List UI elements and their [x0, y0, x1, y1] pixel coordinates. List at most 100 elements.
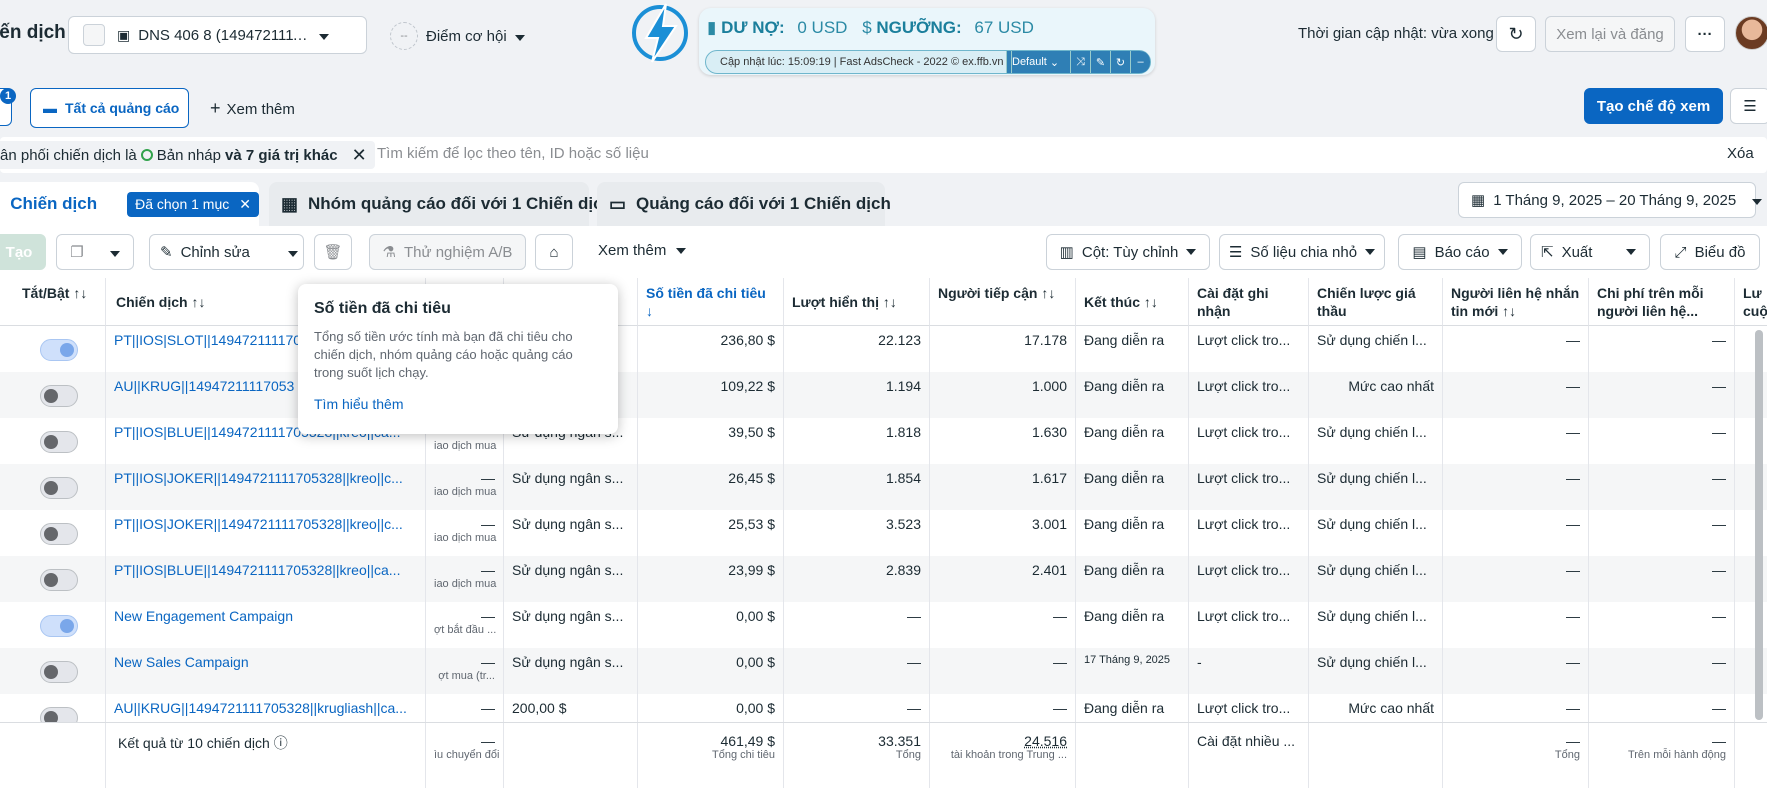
- close-icon[interactable]: ✕: [239, 196, 251, 213]
- selected-chip[interactable]: Đã chọn 1 mục ✕: [127, 191, 259, 217]
- refresh-button[interactable]: ↻: [1496, 16, 1536, 52]
- campaign-toggle[interactable]: [40, 615, 78, 637]
- filter-chip-prefix: ân phối chiến dịch là: [0, 146, 137, 164]
- edit-button[interactable]: ✎ Chỉnh sửa: [149, 234, 304, 270]
- col-attribution[interactable]: Cài đặt ghi nhận: [1189, 278, 1309, 326]
- adscheck-status: Cập nhật lúc: 15:09:19 | Fast AdsCheck -…: [720, 56, 1004, 68]
- search-input[interactable]: Tìm kiếm để lọc theo tên, ID hoặc số liệ…: [377, 145, 649, 162]
- col-reach[interactable]: Người tiếp cận ↑↓: [930, 278, 1076, 326]
- cell-bid: Sử dụng chiến l...: [1309, 556, 1443, 602]
- info-icon[interactable]: ⓘ: [274, 735, 288, 751]
- campaign-toggle[interactable]: [40, 339, 78, 361]
- campaign-name-link[interactable]: New Sales Campaign: [106, 648, 426, 694]
- view-settings-button[interactable]: ☰: [1730, 88, 1767, 124]
- shuffle-icon[interactable]: ⤨: [1070, 51, 1090, 73]
- more-views-button[interactable]: + Xem thêm: [210, 98, 295, 119]
- export-button[interactable]: ⇱ Xuất: [1530, 234, 1650, 270]
- cell-impr: —: [784, 648, 930, 694]
- campaign-table: Tắt/Bật ↑↓ Chiến dịch ↑↓ Số tiền đã chi …: [0, 278, 1767, 788]
- campaign-name-link[interactable]: PT||IOS|JOKER||1494721111705328||kreo||c…: [106, 510, 426, 556]
- campaign-toggle[interactable]: [40, 523, 78, 545]
- cell-spent: 236,80 $: [638, 326, 784, 372]
- col-new-contacts[interactable]: Người liên hệ nhắn tin mới ↑↓: [1443, 278, 1589, 326]
- opportunity-score[interactable]: -- Điểm cơ hội: [390, 22, 525, 50]
- cell-reach: —: [930, 602, 1076, 648]
- cell-col3: — ợt mua (tr...: [426, 648, 504, 694]
- flask-icon: ⚗: [382, 244, 396, 261]
- col-cost-per-contact[interactable]: Chi phí trên mỗi người liên hệ...: [1589, 278, 1735, 326]
- columns-button[interactable]: ▥ Cột: Tùy chỉnh: [1046, 234, 1210, 270]
- ab-test-button[interactable]: ⚗ Thử nghiệm A/B: [369, 234, 526, 270]
- toggle-cell: [0, 510, 106, 556]
- refresh-icon[interactable]: ↻: [1110, 51, 1130, 73]
- footer-label: Kết quả từ 10 chiến dịch ⓘ: [106, 723, 426, 788]
- col-spent[interactable]: Số tiền đã chi tiêu ↓: [638, 278, 784, 326]
- campaign-toggle[interactable]: [40, 661, 78, 683]
- avatar[interactable]: [1735, 16, 1767, 50]
- toggle-cell: [0, 556, 106, 602]
- table-row[interactable]: AU||KRUG||14947211117053$ày109,22 $1.194…: [0, 372, 1767, 418]
- campaign-toggle[interactable]: [40, 431, 78, 453]
- duplicate-button[interactable]: ❐: [56, 234, 134, 270]
- vertical-scrollbar[interactable]: [1755, 330, 1763, 720]
- cell-spent: 0,00 $: [638, 648, 784, 694]
- account-selector[interactable]: ▣ DNS 406 8 (149472111170: [68, 16, 367, 54]
- cell-attr: Lượt click tro...: [1189, 326, 1309, 372]
- campaign-toggle[interactable]: [40, 385, 78, 407]
- score-circle-icon: --: [390, 22, 418, 50]
- campaign-name-link[interactable]: PT||IOS|JOKER||1494721111705328||kreo||c…: [106, 464, 426, 510]
- all-ads-view[interactable]: ▬ Tất cả quảng cáo: [30, 88, 189, 128]
- close-icon[interactable]: ✕: [352, 145, 367, 166]
- campaign-name-link[interactable]: New Engagement Campaign: [106, 602, 426, 648]
- table-row[interactable]: PT||IOS|SLOT||149472111170......236,80 $…: [0, 326, 1767, 372]
- profile-select[interactable]: Default ⌄: [1006, 51, 1070, 73]
- cell-col3: —iao dịch mua: [426, 556, 504, 602]
- filter-chip[interactable]: ân phối chiến dịch là Bản nháp và 7 giá …: [0, 141, 375, 169]
- columns-label: Cột: Tùy chỉnh: [1081, 243, 1179, 261]
- table-row[interactable]: PT||IOS|JOKER||1494721111705328||kreo||c…: [0, 464, 1767, 510]
- table-row[interactable]: PT||IOS|BLUE||1494721111705328||kreo||ca…: [0, 418, 1767, 464]
- footer-cost-contact: — Trên mỗi hành động: [1589, 723, 1735, 788]
- cell-col4: Sử dụng ngân s...: [504, 648, 638, 694]
- col-impressions[interactable]: Lượt hiển thị ↑↓: [784, 278, 930, 326]
- breakdown-button[interactable]: ☰ Số liệu chia nhỏ: [1219, 234, 1385, 270]
- review-publish-button[interactable]: Xem lại và đăng: [1545, 16, 1675, 52]
- cell-reach: 17.178: [930, 326, 1076, 372]
- more-actions-button[interactable]: Xem thêm: [598, 242, 687, 259]
- col-last[interactable]: Lư cuộ: [1735, 278, 1767, 326]
- tab-ads[interactable]: ▭ Quảng cáo đối với 1 Chiến dịch: [597, 182, 891, 226]
- create-button[interactable]: Tạo: [0, 234, 46, 270]
- adscheck-panel: ▮ DƯ NỢ: 0 USD $ NGƯỠNG: 67 USD Cập nhật…: [699, 8, 1155, 75]
- edit-icon[interactable]: ✎: [1090, 51, 1110, 73]
- campaign-name-link[interactable]: PT||IOS|BLUE||1494721111705328||kreo||ca…: [106, 556, 426, 602]
- table-footer: Kết quả từ 10 chiến dịch ⓘ — ìu chuyển đổ…: [0, 722, 1767, 788]
- toggle-cell: [0, 602, 106, 648]
- cell-impr: 2.839: [784, 556, 930, 602]
- campaign-toggle[interactable]: [40, 569, 78, 591]
- filter-bar: ân phối chiến dịch là Bản nháp và 7 giá …: [0, 137, 1767, 173]
- delete-button[interactable]: 🗑: [314, 234, 352, 270]
- tab-adsets[interactable]: ▦ Nhóm quảng cáo đối với 1 Chiến dịch: [269, 182, 613, 226]
- cell-spent: 25,53 $: [638, 510, 784, 556]
- clear-filter-button[interactable]: Xóa: [1727, 145, 1754, 162]
- reports-button[interactable]: ▤ Báo cáo: [1398, 234, 1522, 270]
- table-row[interactable]: New Sales Campaign — ợt mua (tr... Sử dụng …: [0, 648, 1767, 694]
- tag-button[interactable]: ⌂: [535, 234, 573, 270]
- minimize-icon[interactable]: –: [1130, 51, 1150, 73]
- learn-more-link[interactable]: Tìm hiểu thêm: [314, 396, 602, 412]
- col-end[interactable]: Kết thúc ↑↓: [1076, 278, 1189, 326]
- tab-campaigns[interactable]: Chiến dịch Đã chọn 1 mục ✕: [0, 182, 259, 226]
- tag-icon: ⌂: [549, 243, 559, 261]
- campaign-toggle[interactable]: [40, 477, 78, 499]
- trash-icon: 🗑: [323, 244, 343, 261]
- col-toggle[interactable]: Tắt/Bật ↑↓: [0, 278, 106, 326]
- cell-cc: —: [1589, 464, 1735, 510]
- table-row[interactable]: PT||IOS|BLUE||1494721111705328||kreo||ca…: [0, 556, 1767, 602]
- more-options-button[interactable]: ···: [1685, 16, 1725, 52]
- create-view-button[interactable]: Tạo chế độ xem: [1584, 88, 1723, 124]
- table-row[interactable]: PT||IOS|JOKER||1494721111705328||kreo||c…: [0, 510, 1767, 556]
- chart-button[interactable]: ⤢ Biểu đồ: [1660, 234, 1760, 270]
- date-range-picker[interactable]: ▦ 1 Tháng 9, 2025 – 20 Tháng 9, 2025: [1458, 182, 1763, 218]
- table-row[interactable]: New Engagement Campaign — ợt bắt đầu ... Sử…: [0, 602, 1767, 648]
- col-bid-strategy[interactable]: Chiến lược giá thầu: [1309, 278, 1443, 326]
